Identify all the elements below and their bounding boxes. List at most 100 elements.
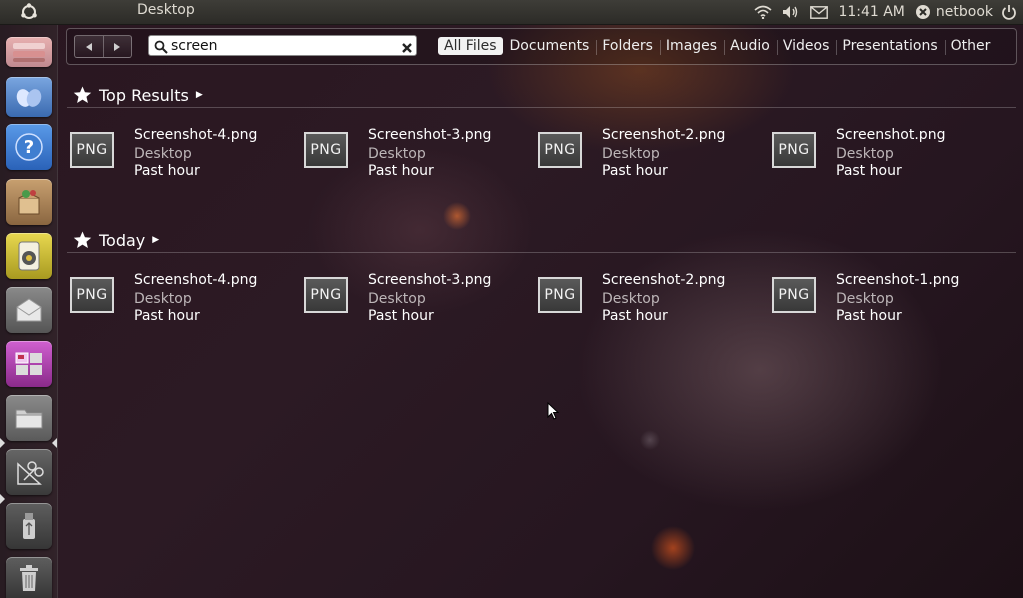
software-center-icon [18,190,40,215]
clear-search-icon[interactable] [401,39,413,58]
file-name: Screenshot.png [836,127,946,143]
search-icon [154,39,168,58]
top-panel: Desktop 11:41 AM netbook [0,0,1023,25]
png-file-icon: PNG [538,277,582,313]
today-results-row: PNG Screenshot-4.png Desktop Past hour P… [70,272,1010,325]
user-menu[interactable]: netbook [915,4,993,20]
result-item[interactable]: PNG Screenshot-4.png Desktop Past hour [70,272,300,325]
file-location: Desktop [602,146,660,162]
file-location: Desktop [134,291,192,307]
ubuntu-logo-icon [21,3,37,19]
screenshot-tool-icon [17,461,44,485]
result-item[interactable]: PNG Screenshot.png Desktop Past hour [772,127,1002,180]
clock[interactable]: 11:41 AM [838,4,904,20]
power-icon[interactable] [1001,4,1017,20]
search-box [148,35,417,56]
mouse-pointer-icon [547,401,560,424]
file-location: Desktop [836,291,894,307]
launcher-software-center[interactable] [6,179,52,225]
launcher-workspaces[interactable] [6,37,52,67]
launcher-trash[interactable] [6,557,52,598]
file-location: Desktop [368,291,426,307]
filter-all-files[interactable]: All Files [438,37,503,55]
back-button[interactable] [75,36,103,57]
filter-presentations[interactable]: Presentations [836,37,946,55]
result-item[interactable]: PNG Screenshot-3.png Desktop Past hour [304,272,534,325]
file-location: Desktop [368,146,426,162]
launcher-workspace-switcher[interactable] [6,341,52,387]
png-file-icon: PNG [304,277,348,313]
launcher-mail[interactable] [6,287,52,333]
workspace-switcher-icon [15,352,42,375]
svg-text:?: ? [24,137,34,158]
result-item[interactable]: PNG Screenshot-2.png Desktop Past hour [538,127,768,180]
expand-arrow-icon[interactable]: ▶ [196,90,203,100]
filter-images[interactable]: Images [660,37,726,55]
file-name: Screenshot-3.png [368,272,492,288]
forward-button[interactable] [102,36,132,57]
filter-other[interactable]: Other [945,37,997,55]
file-name: Screenshot-2.png [602,127,726,143]
png-file-icon: PNG [70,277,114,313]
result-item[interactable]: PNG Screenshot-3.png Desktop Past hour [304,127,534,180]
file-name: Screenshot-4.png [134,272,258,288]
running-indicator [0,438,5,448]
star-icon [73,86,92,104]
result-item[interactable]: PNG Screenshot-2.png Desktop Past hour [538,272,768,325]
usb-drive-icon [23,513,35,539]
system-tray: 11:41 AM netbook [754,0,1023,24]
section-header-today[interactable]: Today ▶ [67,228,1016,253]
file-time: Past hour [602,163,668,179]
file-name: Screenshot-4.png [134,127,258,143]
launcher-applications[interactable] [6,77,52,117]
wifi-icon[interactable] [754,5,772,19]
file-location: Desktop [836,146,894,162]
png-file-icon: PNG [304,132,348,168]
active-indicator [52,438,57,448]
file-time: Past hour [134,163,200,179]
window-title: Desktop [137,2,195,18]
file-time: Past hour [368,308,434,324]
rhythmbox-icon [18,241,40,271]
running-indicator [0,494,5,504]
top-results-row: PNG Screenshot-4.png Desktop Past hour P… [70,127,1010,180]
mail-icon [16,298,42,322]
applications-icon [16,89,42,107]
filter-folders[interactable]: Folders [596,37,661,55]
help-icon: ? [15,133,43,161]
file-time: Past hour [836,163,902,179]
launcher-help[interactable]: ? [6,124,52,170]
file-time: Past hour [368,163,434,179]
section-title: Today [99,230,146,250]
mail-icon[interactable] [810,5,829,19]
result-item[interactable]: PNG Screenshot-1.png Desktop Past hour [772,272,1002,325]
file-location: Desktop [602,291,660,307]
file-location: Desktop [134,146,192,162]
png-file-icon: PNG [538,132,582,168]
section-title: Top Results [99,85,189,105]
launcher-screenshot[interactable] [6,449,52,495]
volume-icon[interactable] [782,5,800,19]
png-file-icon: PNG [70,132,114,168]
trash-icon [20,564,38,591]
file-time: Past hour [602,308,668,324]
file-name: Screenshot-3.png [368,127,492,143]
forward-arrow-icon [114,42,121,51]
ubuntu-logo-button[interactable] [0,0,58,24]
filter-videos[interactable]: Videos [777,37,837,55]
search-input[interactable] [171,37,391,54]
file-time: Past hour [134,308,200,324]
files-icon [15,409,43,429]
png-file-icon: PNG [772,132,816,168]
launcher-rhythmbox[interactable] [6,233,52,279]
workspaces-icon [13,43,45,62]
png-file-icon: PNG [772,277,816,313]
launcher-usb-drive[interactable] [6,503,52,549]
filter-documents[interactable]: Documents [504,37,598,55]
expand-arrow-icon[interactable]: ▶ [152,235,159,245]
file-type-filters: All Files Documents Folders Images Audio… [438,35,997,57]
result-item[interactable]: PNG Screenshot-4.png Desktop Past hour [70,127,300,180]
launcher-files[interactable] [6,395,52,441]
section-header-top-results[interactable]: Top Results ▶ [67,83,1016,108]
filter-audio[interactable]: Audio [724,37,778,55]
